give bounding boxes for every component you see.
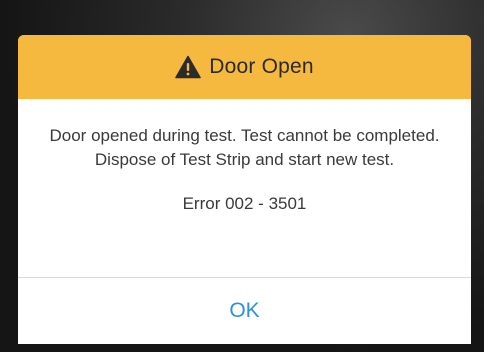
- ok-button[interactable]: OK: [205, 291, 283, 331]
- dialog-header: Door Open: [18, 35, 471, 99]
- dialog-body: Door opened during test. Test cannot be …: [18, 99, 471, 277]
- error-code-text: Error 002 - 3501: [182, 194, 307, 213]
- warning-triangle-icon: [175, 55, 201, 79]
- dialog-footer: OK: [18, 278, 471, 344]
- alert-dialog: Door Open Door opened during test. Test …: [18, 35, 471, 344]
- dialog-message: Door opened during test. Test cannot be …: [49, 126, 440, 169]
- dialog-title: Door Open: [209, 55, 314, 78]
